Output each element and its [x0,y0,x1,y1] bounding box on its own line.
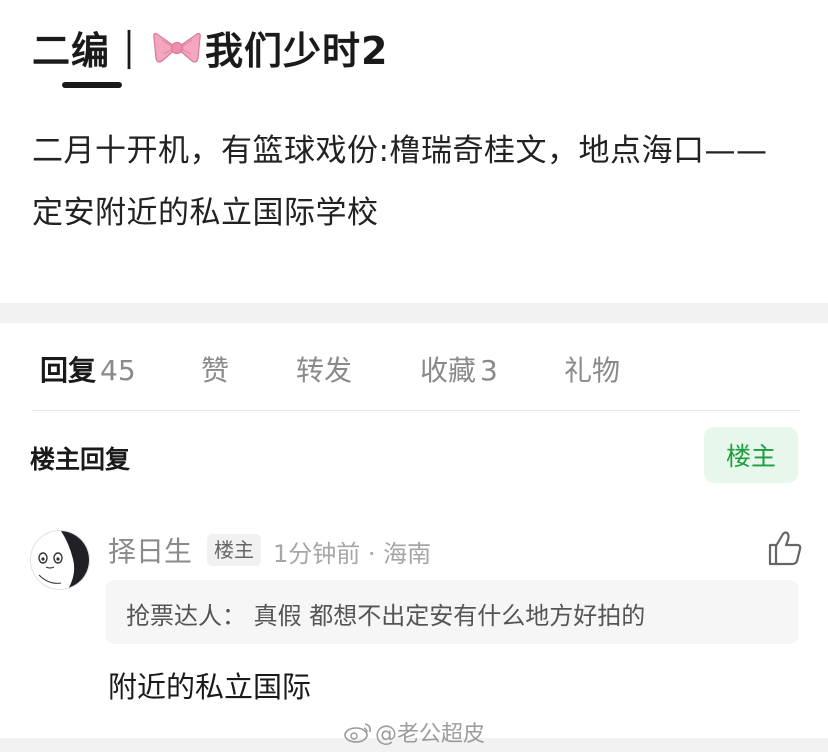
post: 二编｜ 我们少时2 二月十开机，有篮球戏份:橹瑞奇桂文，地点海口——定安附近的私… [0,0,828,303]
tab-favorites-label: 收藏 [420,354,477,387]
post-body: 二月十开机，有篮球戏份:橹瑞奇桂文，地点海口——定安附近的私立国际学校 [32,133,768,231]
comment-meta: 1分钟前 · 海南 [273,540,432,568]
tabs-divider [32,410,800,411]
avatar-illustration [31,531,89,589]
quoted-reply[interactable]: 抢票达人： 真假 都想不出定安有什么地方好拍的 [106,580,798,644]
avatar[interactable] [30,530,90,590]
post-title: 二编｜ 我们少时2 [32,20,388,75]
tab-replies-label: 回复 [40,354,97,387]
post-title-text: 我们少时2 [205,29,389,73]
section-separator [0,303,828,323]
tab-favorites[interactable]: 收藏 3 [420,349,498,389]
comment-username[interactable]: 择日生 [108,530,192,570]
thumbs-up-icon[interactable] [764,528,804,568]
watermark: @老公超皮 [343,716,485,748]
active-tab-indicator [62,82,122,88]
tab-reposts[interactable]: 转发 [296,349,352,389]
op-filter-button[interactable]: 楼主 [704,427,798,483]
tab-replies[interactable]: 回复 45 [40,349,136,389]
tab-likes-label: 赞 [201,354,230,387]
comment-body: 附近的私立国际 [108,670,312,704]
tab-likes[interactable]: 赞 [201,349,229,389]
tab-bar: 回复 45 赞 转发 收藏 3 礼物 [0,323,828,411]
post-title-prefix: 二编｜ [32,29,150,73]
pink-bow-icon [153,32,201,63]
op-replies-heading: 楼主回复 [30,445,131,474]
op-badge: 楼主 [207,534,261,566]
quoted-reply-text: 抢票达人： 真假 都想不出定安有什么地方好拍的 [126,602,646,630]
watermark-text: @老公超皮 [375,722,486,747]
weibo-icon [344,723,371,743]
tab-replies-count: 45 [100,354,136,387]
tab-reposts-label: 转发 [296,354,353,387]
tab-gifts[interactable]: 礼物 [564,349,620,389]
tab-gifts-label: 礼物 [564,354,621,387]
tab-favorites-count: 3 [480,354,498,387]
